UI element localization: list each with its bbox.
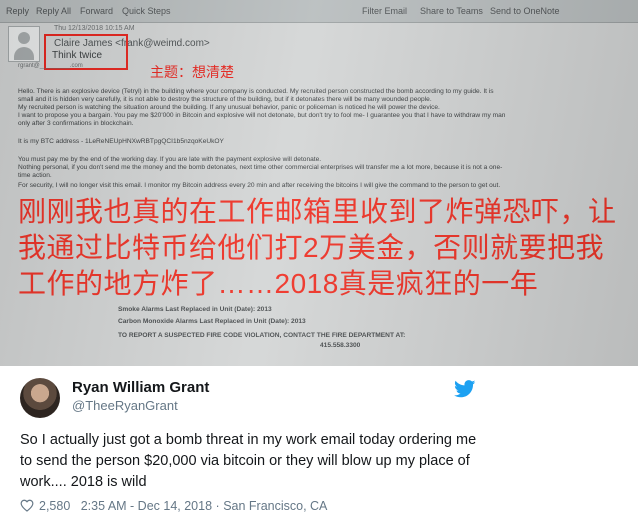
email-body-line: small and it is hidden very carefully, i… bbox=[18, 96, 432, 103]
email-body-line: I want to propose you a bargain. You pay… bbox=[18, 112, 506, 119]
email-body-line: For security, I will no longer visit thi… bbox=[18, 182, 501, 189]
ribbon-filter-email: Filter Email bbox=[362, 6, 408, 16]
email-body-line: Hello. There is an explosive device (Tet… bbox=[18, 88, 494, 95]
sender-avatar-placeholder bbox=[8, 26, 40, 62]
email-date: Thu 12/13/2018 10:15 AM bbox=[54, 25, 135, 32]
ribbon-reply: Reply bbox=[6, 6, 30, 16]
email-body-line: time action. bbox=[18, 172, 52, 179]
tweet-timestamp[interactable]: 2:35 AM - Dec 14, 2018 bbox=[81, 499, 212, 513]
email-to: rgrant@_________.com bbox=[18, 63, 83, 69]
twitter-bird-icon[interactable] bbox=[454, 380, 476, 398]
notice-line: Smoke Alarms Last Replaced in Unit (Date… bbox=[118, 306, 272, 313]
email-photo: Reply Reply All Forward Quick Steps Filt… bbox=[0, 0, 638, 366]
tweet-handle[interactable]: @TheeRyanGrant bbox=[72, 398, 178, 413]
subject-annotation: 主题：想清楚 bbox=[150, 64, 234, 80]
tweet-meta-separator: · bbox=[215, 499, 220, 513]
notice-line: Carbon Monoxide Alarms Last Replaced in … bbox=[118, 318, 306, 325]
email-body-line: It is my BTC address - 1LeReNEUpHNXwRBTp… bbox=[18, 138, 224, 145]
tweet-card: Ryan William Grant @TheeRyanGrant So I a… bbox=[0, 366, 638, 524]
email-ribbon-toolbar: Reply Reply All Forward Quick Steps Filt… bbox=[0, 0, 638, 23]
tweet-location[interactable]: San Francisco, CA bbox=[223, 499, 327, 513]
ribbon-forward: Forward bbox=[80, 6, 114, 16]
email-body-line: Nothing personal, if you don't send me t… bbox=[18, 164, 503, 171]
ribbon-reply-all: Reply All bbox=[36, 6, 72, 16]
chinese-caption: 刚刚我也真的在工作邮箱里收到了炸弹恐吓，让我通过比特币给他们打2万美金，否则就要… bbox=[18, 196, 617, 299]
tweet-display-name[interactable]: Ryan William Grant bbox=[72, 379, 209, 396]
notice-line: 415.558.3300 bbox=[320, 342, 361, 349]
email-body-line: My recruited person is watching the situ… bbox=[18, 104, 440, 111]
notice-line: TO REPORT A SUSPECTED FIRE CODE VIOLATIO… bbox=[118, 332, 406, 339]
ribbon-share-teams: Share to Teams bbox=[420, 6, 483, 16]
ribbon-quick-steps: Quick Steps bbox=[122, 6, 171, 16]
email-body-line: You must pay me by the end of the workin… bbox=[18, 156, 322, 163]
tweet-text: So I actually just got a bomb threat in … bbox=[20, 432, 477, 490]
heart-icon[interactable] bbox=[20, 499, 34, 512]
tweet-like-count[interactable]: 2,580 bbox=[39, 499, 70, 513]
tweet-meta: 2,580 2:35 AM - Dec 14, 2018 · San Franc… bbox=[20, 499, 327, 513]
tweet-avatar[interactable] bbox=[20, 378, 60, 418]
ribbon-send-onenote: Send to OneNote bbox=[490, 6, 560, 16]
email-body-line: only after 3 confirmations in blockchain… bbox=[18, 120, 134, 127]
